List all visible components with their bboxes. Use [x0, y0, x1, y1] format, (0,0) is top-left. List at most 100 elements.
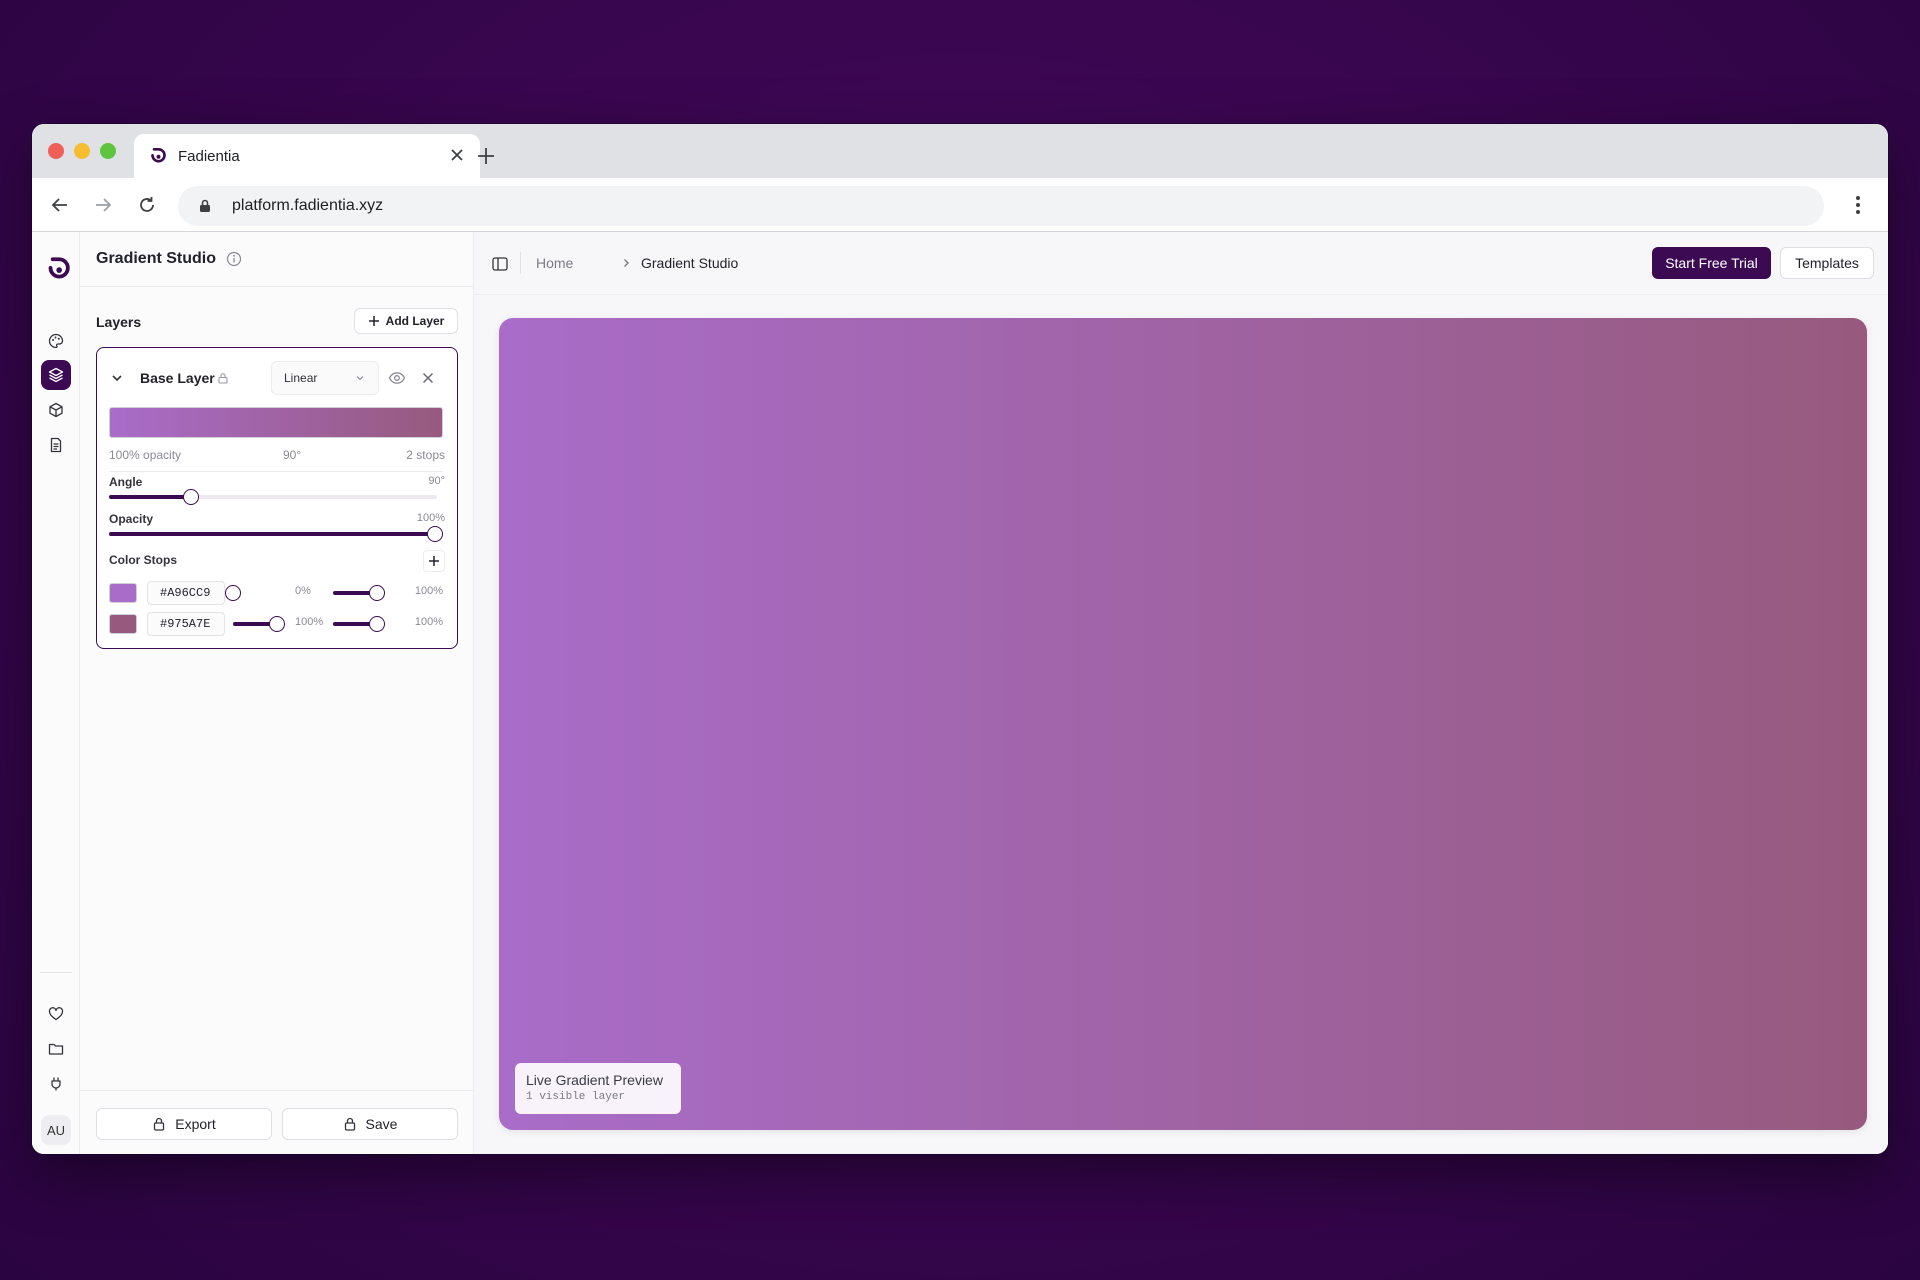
panel-footer: Export Save — [80, 1090, 473, 1154]
slider-thumb[interactable] — [369, 585, 385, 601]
preview-badge-subtitle: 1 visible layer — [526, 1091, 626, 1103]
close-window-button[interactable] — [48, 143, 64, 159]
forward-arrow-icon[interactable] — [89, 191, 117, 219]
maximize-window-button[interactable] — [100, 143, 116, 159]
stop-opacity-slider[interactable] — [333, 616, 385, 632]
breadcrumb-home[interactable]: Home — [536, 255, 573, 271]
browser-menu-icon[interactable] — [1846, 191, 1870, 219]
tab-title: Fadientia — [178, 147, 240, 165]
add-layer-label: Add Layer — [385, 314, 445, 328]
preview-badge: Live Gradient Preview 1 visible layer — [515, 1063, 681, 1114]
lock-icon — [343, 1117, 357, 1131]
sidebar-toggle-icon[interactable] — [491, 255, 509, 273]
browser-window: Fadientia platform.fadientia.xyz AU Grad… — [32, 124, 1888, 1154]
fadientia-logo-icon — [148, 147, 166, 165]
close-icon[interactable] — [419, 369, 437, 387]
export-button[interactable]: Export — [96, 1108, 272, 1140]
hex-input[interactable]: #A96CC9 — [147, 581, 225, 605]
plug-icon[interactable] — [41, 1069, 71, 1099]
slider-fill — [109, 495, 191, 499]
eye-icon[interactable] — [388, 369, 406, 387]
angle-slider[interactable] — [109, 489, 437, 505]
angle-label: Angle — [109, 475, 143, 489]
start-free-trial-button[interactable]: Start Free Trial — [1652, 247, 1771, 279]
preview-badge-title: Live Gradient Preview — [526, 1072, 663, 1088]
page-title: Gradient Studio — [96, 250, 216, 267]
slider-thumb[interactable] — [427, 526, 443, 542]
slider-thumb[interactable] — [225, 585, 241, 601]
main-area: Home Gradient Studio Start Free Trial Te… — [474, 232, 1888, 1154]
document-icon[interactable] — [41, 430, 71, 460]
chevron-right-icon — [620, 257, 632, 269]
icon-rail: AU — [32, 232, 80, 1154]
chevron-down-icon — [354, 372, 366, 384]
save-button[interactable]: Save — [282, 1108, 458, 1140]
plus-icon — [368, 315, 380, 327]
gradient-type-select[interactable]: Linear — [271, 361, 379, 395]
layers-panel: Gradient Studio Layers Add Layer Base La… — [80, 232, 474, 1154]
fadientia-logo-icon[interactable] — [44, 256, 70, 282]
stop-position-slider[interactable] — [225, 585, 277, 601]
rail-divider — [40, 972, 72, 973]
opacity-summary: 100% opacity — [109, 448, 182, 462]
lock-icon[interactable] — [217, 372, 229, 384]
new-tab-button[interactable] — [464, 134, 508, 178]
chevron-down-icon[interactable] — [109, 370, 125, 386]
browser-tab[interactable]: Fadientia — [134, 134, 480, 178]
slider-thumb[interactable] — [183, 489, 199, 505]
panel-header: Gradient Studio — [80, 232, 473, 287]
lock-icon — [198, 199, 212, 213]
stops-summary: 2 stops — [406, 448, 445, 462]
url-field[interactable]: platform.fadientia.xyz — [178, 186, 1824, 226]
back-arrow-icon[interactable] — [46, 191, 74, 219]
gradient-type-value: Linear — [284, 371, 318, 385]
stop-opacity-value: 100% — [414, 585, 443, 597]
stop-position-slider[interactable] — [233, 616, 285, 632]
angle-value: 90° — [428, 475, 445, 487]
add-layer-button[interactable]: Add Layer — [354, 308, 458, 334]
stop-opacity-value: 100% — [414, 616, 443, 628]
slider-thumb[interactable] — [269, 616, 285, 632]
add-stop-button[interactable] — [423, 550, 445, 572]
angle-summary: 90° — [283, 448, 302, 462]
breadcrumb-current: Gradient Studio — [641, 255, 739, 271]
templates-button[interactable]: Templates — [1780, 247, 1874, 279]
slider-thumb[interactable] — [369, 616, 385, 632]
color-stop-row: #975A7E 100% 100% — [109, 612, 443, 636]
color-stops-label: Color Stops — [109, 553, 177, 567]
tab-strip: Fadientia — [32, 124, 1888, 178]
layer-name: Base Layer — [140, 370, 215, 386]
layers-heading: Layers — [96, 314, 142, 330]
hex-input[interactable]: #975A7E — [147, 612, 225, 636]
avatar[interactable]: AU — [41, 1115, 71, 1145]
folder-icon[interactable] — [41, 1034, 71, 1064]
address-bar-row: platform.fadientia.xyz — [32, 178, 1888, 232]
opacity-slider[interactable] — [109, 526, 443, 542]
app: AU Gradient Studio Layers Add Layer Base… — [32, 232, 1888, 1154]
color-swatch[interactable] — [109, 583, 137, 603]
export-label: Export — [175, 1116, 216, 1132]
lock-icon — [152, 1117, 166, 1131]
stop-position-value: 0% — [295, 585, 311, 597]
divider — [520, 252, 521, 274]
info-icon[interactable] — [226, 251, 242, 267]
stop-opacity-slider[interactable] — [333, 585, 385, 601]
save-label: Save — [365, 1116, 398, 1132]
palette-icon[interactable] — [41, 326, 71, 356]
opacity-value: 100% — [416, 512, 445, 524]
color-swatch[interactable] — [109, 614, 137, 634]
slider-fill — [109, 532, 435, 536]
layers-icon[interactable] — [41, 360, 71, 390]
cube-icon[interactable] — [41, 395, 71, 425]
minimize-window-button[interactable] — [74, 143, 90, 159]
heart-icon[interactable] — [41, 999, 71, 1029]
opacity-label: Opacity — [109, 512, 154, 526]
divider — [109, 471, 443, 472]
top-bar: Home Gradient Studio Start Free Trial Te… — [474, 232, 1888, 295]
stop-position-value: 100% — [295, 616, 324, 628]
gradient-canvas[interactable]: Live Gradient Preview 1 visible layer — [499, 318, 1867, 1130]
gradient-preview-bar — [109, 407, 443, 438]
layer-card[interactable]: Base Layer Linear 100% opacity 90° 2 sto… — [96, 347, 458, 649]
color-stop-row: #A96CC9 0% 100% — [109, 581, 443, 605]
reload-icon[interactable] — [133, 191, 161, 219]
